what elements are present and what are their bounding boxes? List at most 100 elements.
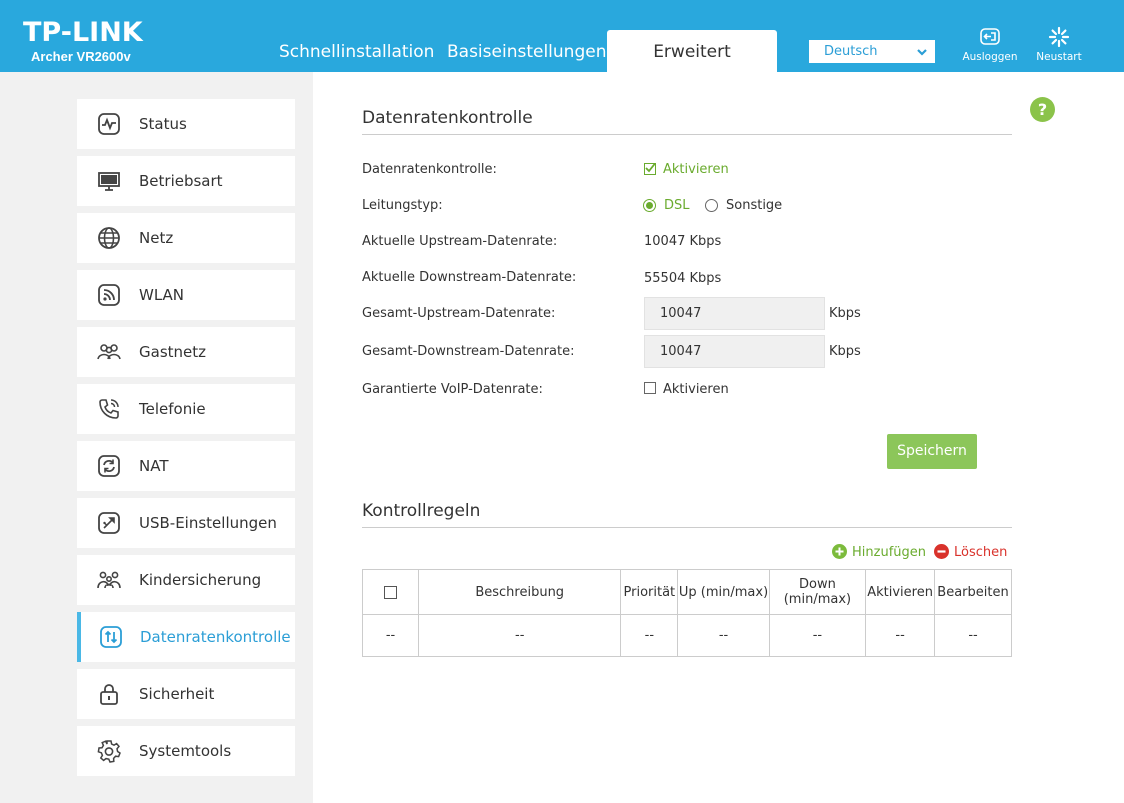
add-rule-label: Hinzufügen <box>852 545 926 560</box>
sidebar-item-label: Datenratenkontrolle <box>140 628 291 646</box>
brand-logo: TP-LINK <box>23 17 143 48</box>
sidebar-item-label: USB-Einstellungen <box>139 514 277 532</box>
select-all-checkbox[interactable] <box>384 585 397 599</box>
monitor-icon <box>98 172 120 191</box>
sidebar-item-telefonie[interactable]: Telefonie <box>77 384 295 434</box>
section-title-datenratenkontrolle: Datenratenkontrolle <box>362 108 533 128</box>
restart-button[interactable]: Neustart <box>1027 26 1091 63</box>
control-checkbox[interactable] <box>644 162 656 175</box>
restart-label: Neustart <box>1036 51 1082 63</box>
wifi-icon <box>98 284 120 306</box>
current-downstream-label: Aktuelle Downstream-Datenrate: <box>362 270 577 285</box>
total-upstream-input[interactable]: 10047 <box>644 297 825 330</box>
line-type-sonstige-radio[interactable] <box>705 199 718 212</box>
table-cell: -- <box>620 614 679 657</box>
table-cell: -- <box>418 614 622 657</box>
language-select[interactable]: Deutsch <box>809 40 935 63</box>
column-header: Priorität <box>620 569 679 615</box>
total-upstream-unit: Kbps <box>829 306 861 321</box>
voip-label: Garantierte VoIP-Datenrate: <box>362 382 543 397</box>
tab-schnellinstallation[interactable]: Schnellinstallation <box>279 42 434 62</box>
control-label: Datenratenkontrolle: <box>362 162 497 177</box>
language-value: Deutsch <box>824 44 878 59</box>
section-divider <box>362 527 1012 528</box>
current-upstream-value: 10047 Kbps <box>644 234 722 249</box>
sidebar-item-label: Gastnetz <box>139 343 207 361</box>
save-button[interactable]: Speichern <box>887 434 977 469</box>
phone-icon <box>99 399 119 419</box>
sidebar-item-nat[interactable]: NAT <box>77 441 295 491</box>
usb-icon <box>98 512 120 534</box>
help-button[interactable]: ? <box>1030 97 1055 122</box>
total-downstream-unit: Kbps <box>829 344 861 359</box>
delete-rule-button[interactable]: Löschen <box>934 544 1007 560</box>
sidebar-item-label: Status <box>139 115 187 133</box>
guests-icon <box>97 344 121 360</box>
column-header: Down (min/max) <box>768 569 867 615</box>
column-header: Aktivieren <box>865 569 936 615</box>
pulse-icon <box>98 113 120 135</box>
sidebar-item-status[interactable]: Status <box>77 99 295 149</box>
sidebar-item-betriebsart[interactable]: Betriebsart <box>77 156 295 206</box>
current-downstream-value: 55504 Kbps <box>644 271 722 286</box>
table-cell: -- <box>934 614 1012 657</box>
sidebar-item-systemtools[interactable]: Systemtools <box>77 726 295 776</box>
section-title-kontrollregeln: Kontrollregeln <box>362 501 481 521</box>
voip-checkbox-label: Aktivieren <box>663 382 729 397</box>
current-upstream-label: Aktuelle Upstream-Datenrate: <box>362 234 558 249</box>
add-rule-button[interactable]: Hinzufügen <box>832 544 926 560</box>
sidebar-item-wlan[interactable]: WLAN <box>77 270 295 320</box>
restart-icon <box>1048 26 1070 48</box>
control-checkbox-label: Aktivieren <box>663 162 729 177</box>
line-type-dsl-radio[interactable] <box>643 199 656 212</box>
sidebar-item-gastnetz[interactable]: Gastnetz <box>77 327 295 377</box>
column-header: Beschreibung <box>418 569 622 615</box>
model-name: Archer VR2600v <box>31 49 131 64</box>
sidebar-item-label: Betriebsart <box>139 172 223 190</box>
total-downstream-label: Gesamt-Downstream-Datenrate: <box>362 344 575 359</box>
family-icon <box>97 571 121 589</box>
sidebar-item-label: Systemtools <box>139 742 232 760</box>
globe-icon <box>98 227 120 249</box>
sidebar-item-label: NAT <box>139 457 169 475</box>
tab-erweitert[interactable]: Erweitert <box>607 30 777 72</box>
table-cell: -- <box>677 614 770 657</box>
minus-icon <box>934 544 949 559</box>
tab-basiseinstellungen[interactable]: Basiseinstellungen <box>447 42 606 62</box>
sidebar-item-label: Netz <box>139 229 174 247</box>
table-cell: -- <box>768 614 867 657</box>
rules-table: Beschreibung Priorität Up (min/max) Down… <box>361 569 1012 657</box>
logout-button[interactable]: Ausloggen <box>958 26 1022 63</box>
plus-icon <box>832 544 847 559</box>
total-downstream-input[interactable]: 10047 <box>644 335 825 368</box>
chevron-down-icon <box>917 49 927 56</box>
sidebar-item-usb-einstellungen[interactable]: USB-Einstellungen <box>77 498 295 548</box>
logout-label: Ausloggen <box>962 51 1018 63</box>
sidebar-item-sicherheit[interactable]: Sicherheit <box>77 669 295 719</box>
sidebar-item-label: WLAN <box>139 286 185 304</box>
section-divider <box>362 134 1012 135</box>
line-type-dsl-label: DSL <box>664 198 690 213</box>
line-type-label: Leitungstyp: <box>362 198 443 213</box>
top-header: TP-LINK Archer VR2600v Schnellinstallati… <box>0 0 1124 72</box>
delete-rule-label: Löschen <box>954 545 1008 560</box>
checkmark-icon <box>645 162 656 173</box>
gear-icon <box>97 740 121 763</box>
select-all-header[interactable] <box>361 569 420 615</box>
voip-checkbox[interactable] <box>644 382 656 394</box>
sidebar-item-netz[interactable]: Netz <box>77 213 295 263</box>
column-header: Bearbeiten <box>934 569 1012 615</box>
sidebar: Status Betriebsart Netz WLAN Gastnetz Te… <box>0 72 313 803</box>
sidebar-item-kindersicherung[interactable]: Kindersicherung <box>77 555 295 605</box>
updown-icon <box>100 626 122 648</box>
table-header-row: Beschreibung Priorität Up (min/max) Down… <box>361 569 1012 615</box>
sidebar-item-label: Telefonie <box>139 400 206 418</box>
sidebar-item-datenratenkontrolle[interactable]: Datenratenkontrolle <box>77 612 295 662</box>
table-cell: -- <box>361 614 420 657</box>
lock-icon <box>100 684 118 705</box>
line-type-sonstige-label: Sonstige <box>726 198 783 213</box>
total-upstream-label: Gesamt-Upstream-Datenrate: <box>362 306 556 321</box>
logout-icon <box>980 28 1000 45</box>
sidebar-item-label: Sicherheit <box>139 685 215 703</box>
table-cell: -- <box>865 614 936 657</box>
